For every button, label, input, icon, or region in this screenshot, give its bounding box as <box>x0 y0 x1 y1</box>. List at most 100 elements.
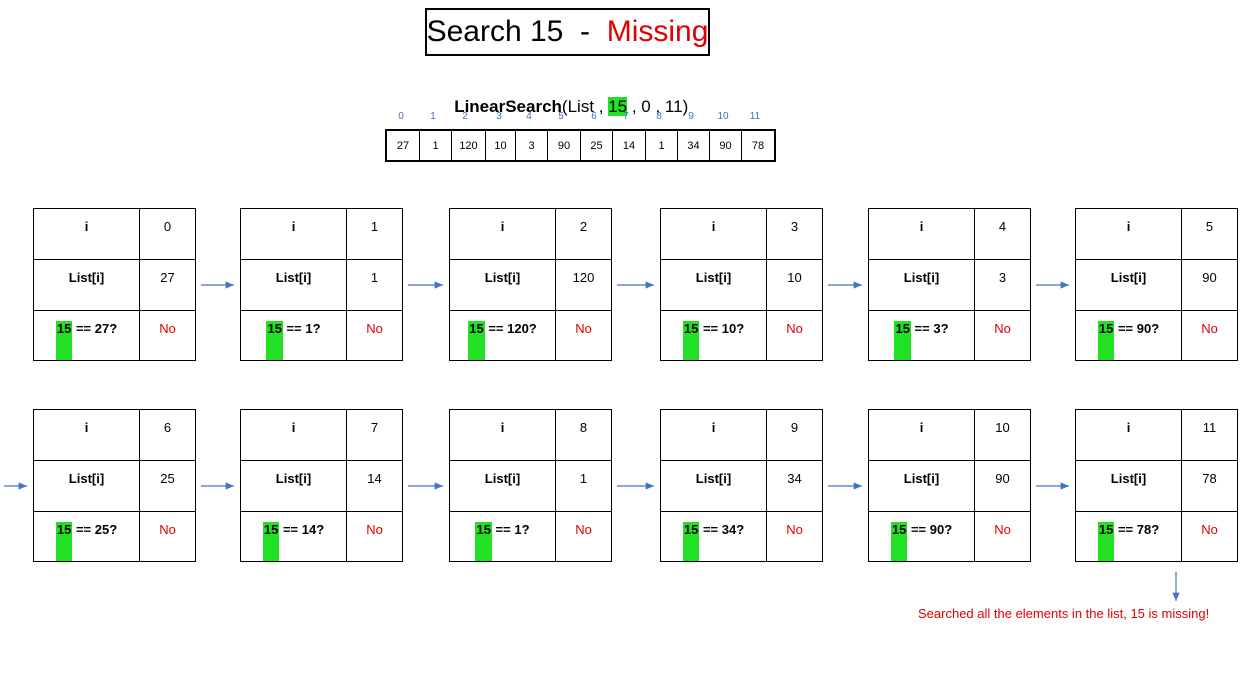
array-index: 2 <box>462 111 468 122</box>
comparison-result: No <box>786 522 803 537</box>
array-cell: 78 <box>741 131 774 160</box>
step-table: i 1 List[i] 1 15 == 1? No <box>240 208 403 361</box>
list-value: 25 <box>140 461 195 512</box>
title-status: Missing <box>606 15 709 48</box>
step-table: i 5 List[i] 90 15 == 90? No <box>1075 208 1238 361</box>
comparison-result: No <box>994 522 1011 537</box>
array-index: 11 <box>749 111 761 122</box>
target-highlight: 15 <box>682 522 700 561</box>
comparison: 15 == 90? <box>1076 311 1182 360</box>
array-cell: 1 <box>645 131 677 160</box>
array-cell: 90 <box>547 131 580 160</box>
target-highlight: 15 <box>468 321 485 360</box>
comparison: 15 == 1? <box>450 512 556 561</box>
step-table: i 3 List[i] 10 15 == 10? No <box>660 208 823 361</box>
index-value: 11 <box>1182 410 1237 461</box>
comparison-result: No <box>1201 522 1218 537</box>
list-value-label: List[i] <box>34 260 140 311</box>
target-highlight: 15 <box>262 522 280 561</box>
array-index: 8 <box>656 111 662 122</box>
index-label: i <box>450 209 556 260</box>
comparison-result: No <box>1201 321 1218 336</box>
list-value-label: List[i] <box>34 461 140 512</box>
array-index: 1 <box>430 111 436 122</box>
list-value-label: List[i] <box>241 461 347 512</box>
step-table: i 9 List[i] 34 15 == 34? No <box>660 409 823 562</box>
array-index: 7 <box>623 111 629 122</box>
list-value-label: List[i] <box>241 260 347 311</box>
comparison-text: == 1? <box>282 321 321 336</box>
list-value-label: List[i] <box>450 461 556 512</box>
comparison: 15 == 25? <box>34 512 140 561</box>
index-label: i <box>34 209 140 260</box>
list-value-label: List[i] <box>869 260 975 311</box>
comparison: 15 == 90? <box>869 512 975 561</box>
title-box: Search 15 - Missing <box>425 8 710 56</box>
comparison: 15 == 3? <box>869 311 975 360</box>
comparison-text: == 120? <box>484 321 537 336</box>
target-highlight: 15 <box>894 321 911 360</box>
array-cell: 25 <box>580 131 612 160</box>
list-value: 90 <box>1182 260 1237 311</box>
comparison-result: No <box>366 522 383 537</box>
list-value: 34 <box>767 461 822 512</box>
list-value: 1 <box>556 461 611 512</box>
index-value: 5 <box>1182 209 1237 260</box>
list-value: 10 <box>767 260 822 311</box>
comparison-result: No <box>159 522 176 537</box>
array-cell: 3 <box>515 131 547 160</box>
comparison: 15 == 1? <box>241 311 347 360</box>
index-label: i <box>241 209 347 260</box>
step-table: i 4 List[i] 3 15 == 3? No <box>868 208 1031 361</box>
step-table: i 2 List[i] 120 15 == 120? No <box>449 208 612 361</box>
index-value: 4 <box>975 209 1030 260</box>
target-highlight: 15 <box>1097 321 1115 360</box>
step-table: i 8 List[i] 1 15 == 1? No <box>449 409 612 562</box>
comparison-text: == 1? <box>491 522 530 537</box>
index-value: 10 <box>975 410 1030 461</box>
target-highlight: 15 <box>682 321 700 360</box>
comparison-text: == 90? <box>907 522 953 537</box>
index-value: 2 <box>556 209 611 260</box>
array-index: 6 <box>591 111 597 122</box>
list-value-label: List[i] <box>1076 461 1182 512</box>
comparison: 15 == 14? <box>241 512 347 561</box>
list-value: 27 <box>140 260 195 311</box>
list-value: 1 <box>347 260 402 311</box>
index-label: i <box>661 209 767 260</box>
index-value: 8 <box>556 410 611 461</box>
step-table: i 6 List[i] 25 15 == 25? No <box>33 409 196 562</box>
list-value: 78 <box>1182 461 1237 512</box>
list-value: 120 <box>556 260 611 311</box>
comparison-result: No <box>786 321 803 336</box>
comparison-result: No <box>575 522 592 537</box>
list-value-label: List[i] <box>661 461 767 512</box>
array: 27 1 120 10 3 90 25 14 1 34 90 78 <box>385 129 776 162</box>
target-highlight: 15 <box>475 522 492 561</box>
index-value: 1 <box>347 209 402 260</box>
index-label: i <box>1076 209 1182 260</box>
conclusion-text: Searched all the elements in the list, 1… <box>918 606 1210 621</box>
index-value: 9 <box>767 410 822 461</box>
array-cell: 90 <box>709 131 741 160</box>
list-value-label: List[i] <box>661 260 767 311</box>
target-highlight: 15 <box>266 321 283 360</box>
list-value: 14 <box>347 461 402 512</box>
step-table: i 0 List[i] 27 15 == 27? No <box>33 208 196 361</box>
array-cell: 27 <box>396 139 410 152</box>
step-table: i 7 List[i] 14 15 == 14? No <box>240 409 403 562</box>
index-value: 6 <box>140 410 195 461</box>
title-prefix: Search 15 - <box>426 15 607 48</box>
comparison: 15 == 78? <box>1076 512 1182 561</box>
list-value-label: List[i] <box>1076 260 1182 311</box>
comparison-text: == 90? <box>1114 321 1160 336</box>
comparison-text: == 10? <box>699 321 745 336</box>
comparison-result: No <box>159 321 176 336</box>
comparison-text: == 78? <box>1114 522 1160 537</box>
comparison: 15 == 10? <box>661 311 767 360</box>
index-label: i <box>34 410 140 461</box>
list-value: 3 <box>975 260 1030 311</box>
index-value: 7 <box>347 410 402 461</box>
comparison-text: == 14? <box>279 522 325 537</box>
comparison-result: No <box>994 321 1011 336</box>
